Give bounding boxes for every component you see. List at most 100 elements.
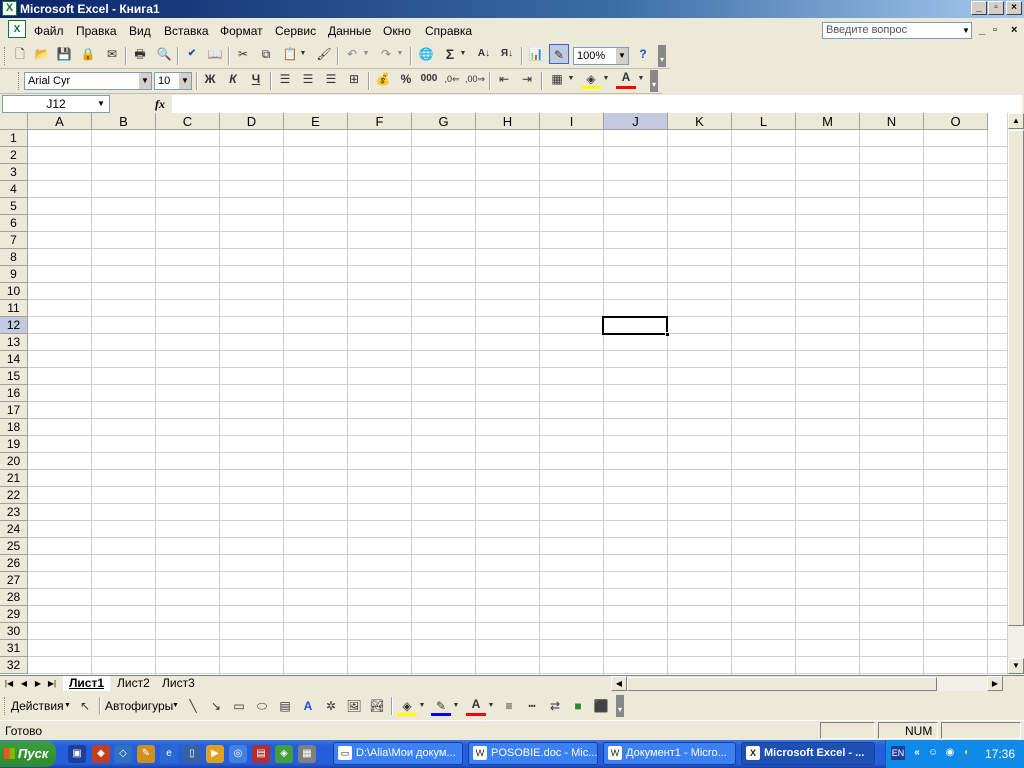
- row-header[interactable]: 8: [0, 249, 28, 266]
- fill-color-icon[interactable]: ◈: [397, 696, 417, 716]
- menu-view[interactable]: Вид: [129, 24, 151, 38]
- horizontal-scroll-thumb[interactable]: [627, 677, 937, 691]
- tray-app-icon[interactable]: ◐: [960, 746, 974, 760]
- paste-dropdown-icon[interactable]: ▼: [298, 44, 308, 64]
- row-header[interactable]: 1: [0, 130, 28, 147]
- spelling-icon[interactable]: ✔: [182, 44, 202, 64]
- quicklaunch-icon[interactable]: ▤: [252, 745, 270, 763]
- task-excel[interactable]: X Microsoft Excel - ...: [741, 742, 875, 765]
- row-header[interactable]: 17: [0, 402, 28, 419]
- shadow-icon[interactable]: ■: [568, 696, 588, 716]
- chevron-down-icon[interactable]: ▼: [139, 73, 151, 89]
- toolbar-options-icon[interactable]: ▾: [658, 45, 666, 67]
- prev-sheet-icon[interactable]: ◀: [17, 677, 31, 691]
- toolbar-handle[interactable]: [18, 72, 22, 90]
- help-icon[interactable]: ?: [633, 44, 653, 64]
- column-header[interactable]: N: [860, 113, 924, 130]
- row-header[interactable]: 30: [0, 623, 28, 640]
- sort-ascending-icon[interactable]: A↓: [474, 44, 494, 64]
- scroll-right-icon[interactable]: ▶: [987, 676, 1003, 691]
- network-icon[interactable]: ◉: [943, 746, 957, 760]
- font-color-button[interactable]: A: [616, 69, 636, 89]
- arrow-style-icon[interactable]: ⇄: [545, 696, 565, 716]
- research-icon[interactable]: 📖: [205, 44, 225, 64]
- row-header[interactable]: 29: [0, 606, 28, 623]
- row-header[interactable]: 20: [0, 453, 28, 470]
- row-header[interactable]: 16: [0, 385, 28, 402]
- actions-menu[interactable]: Действия: [11, 699, 64, 713]
- cell-area[interactable]: [28, 130, 1007, 675]
- sheet-tab-1[interactable]: Лист1: [63, 676, 111, 691]
- column-header[interactable]: E: [284, 113, 348, 130]
- cut-icon[interactable]: ✂: [233, 44, 253, 64]
- last-sheet-icon[interactable]: ▶|: [45, 677, 59, 691]
- quicklaunch-icon[interactable]: ◈: [275, 745, 293, 763]
- column-header[interactable]: J: [604, 113, 668, 130]
- scroll-up-icon[interactable]: ▲: [1008, 113, 1024, 129]
- menu-window[interactable]: Окно: [383, 24, 411, 38]
- menu-help[interactable]: Справка: [425, 24, 472, 38]
- quicklaunch-icon[interactable]: ◇: [114, 745, 132, 763]
- column-header[interactable]: L: [732, 113, 796, 130]
- italic-button[interactable]: К: [223, 69, 243, 89]
- quicklaunch-icon[interactable]: ▯: [183, 745, 201, 763]
- new-file-icon[interactable]: 🗋: [10, 44, 30, 64]
- task-word-posobie[interactable]: W POSOBIE.doc - Mic...: [468, 742, 598, 765]
- row-header[interactable]: 23: [0, 504, 28, 521]
- media-player-icon[interactable]: ▶: [206, 745, 224, 763]
- ask-question-input[interactable]: Введите вопрос: [822, 22, 972, 39]
- menu-insert[interactable]: Вставка: [164, 24, 209, 38]
- toolbar-options-icon[interactable]: ▾: [616, 695, 624, 717]
- decrease-decimal-icon[interactable]: ,00⇒: [465, 69, 485, 89]
- autoshapes-menu[interactable]: Автофигуры: [105, 699, 173, 713]
- row-header[interactable]: 4: [0, 181, 28, 198]
- menu-data[interactable]: Данные: [328, 24, 371, 38]
- oval-icon[interactable]: ⬭: [252, 696, 272, 716]
- doc-restore-button[interactable]: ▫: [993, 24, 997, 36]
- actions-dropdown-icon[interactable]: ▼: [64, 702, 71, 709]
- hyperlink-icon[interactable]: 🌐: [416, 44, 436, 64]
- zoom-combo[interactable]: 100% ▼: [573, 47, 629, 65]
- draw-font-color-dropdown-icon[interactable]: ▼: [486, 696, 496, 716]
- currency-icon[interactable]: 💰: [373, 69, 393, 89]
- task-explorer[interactable]: ▭ D:\Alia\Мои докум...: [333, 742, 463, 765]
- chevron-down-icon[interactable]: ▼: [616, 48, 628, 64]
- internet-explorer-icon[interactable]: e: [160, 745, 178, 763]
- start-button[interactable]: Пуск: [0, 741, 56, 767]
- row-header[interactable]: 14: [0, 351, 28, 368]
- open-folder-icon[interactable]: 📂: [32, 44, 52, 64]
- redo-dropdown-icon[interactable]: ▼: [395, 44, 405, 64]
- row-header[interactable]: 22: [0, 487, 28, 504]
- fill-color-icon[interactable]: ◈: [581, 69, 601, 89]
- row-header[interactable]: 15: [0, 368, 28, 385]
- quicklaunch-icon[interactable]: ✎: [137, 745, 155, 763]
- borders-dropdown-icon[interactable]: ▼: [566, 69, 576, 89]
- borders-icon[interactable]: ▦: [547, 69, 567, 89]
- scroll-down-icon[interactable]: ▼: [1008, 658, 1024, 674]
- row-header[interactable]: 12: [0, 317, 28, 334]
- row-header[interactable]: 26: [0, 555, 28, 572]
- row-header[interactable]: 19: [0, 436, 28, 453]
- column-header[interactable]: A: [28, 113, 92, 130]
- 3d-icon[interactable]: ⬛: [591, 696, 611, 716]
- column-header[interactable]: D: [220, 113, 284, 130]
- doc-close-button[interactable]: ×: [1011, 24, 1017, 36]
- row-header[interactable]: 6: [0, 215, 28, 232]
- increase-decimal-icon[interactable]: ,0⇐: [442, 69, 462, 89]
- paste-icon[interactable]: 📋: [280, 44, 300, 64]
- excel-icon[interactable]: X: [2, 1, 17, 16]
- drawing-toggle-icon[interactable]: ✎: [549, 44, 569, 64]
- vertical-scrollbar[interactable]: ▲ ▼: [1007, 113, 1024, 675]
- underline-button[interactable]: Ч: [246, 69, 266, 89]
- row-header[interactable]: 13: [0, 334, 28, 351]
- task-word-document1[interactable]: W Документ1 - Micro...: [603, 742, 736, 765]
- chevron-down-icon[interactable]: ▼: [179, 73, 191, 89]
- undo-icon[interactable]: ↶: [342, 44, 362, 64]
- autosum-dropdown-icon[interactable]: ▼: [458, 44, 468, 64]
- show-desktop-icon[interactable]: ▣: [68, 745, 86, 763]
- align-center-icon[interactable]: ☰: [298, 69, 318, 89]
- row-header[interactable]: 28: [0, 589, 28, 606]
- fill-color-dropdown-icon[interactable]: ▼: [417, 696, 427, 716]
- vertical-scroll-thumb[interactable]: [1008, 130, 1024, 626]
- line-style-icon[interactable]: ≡: [499, 696, 519, 716]
